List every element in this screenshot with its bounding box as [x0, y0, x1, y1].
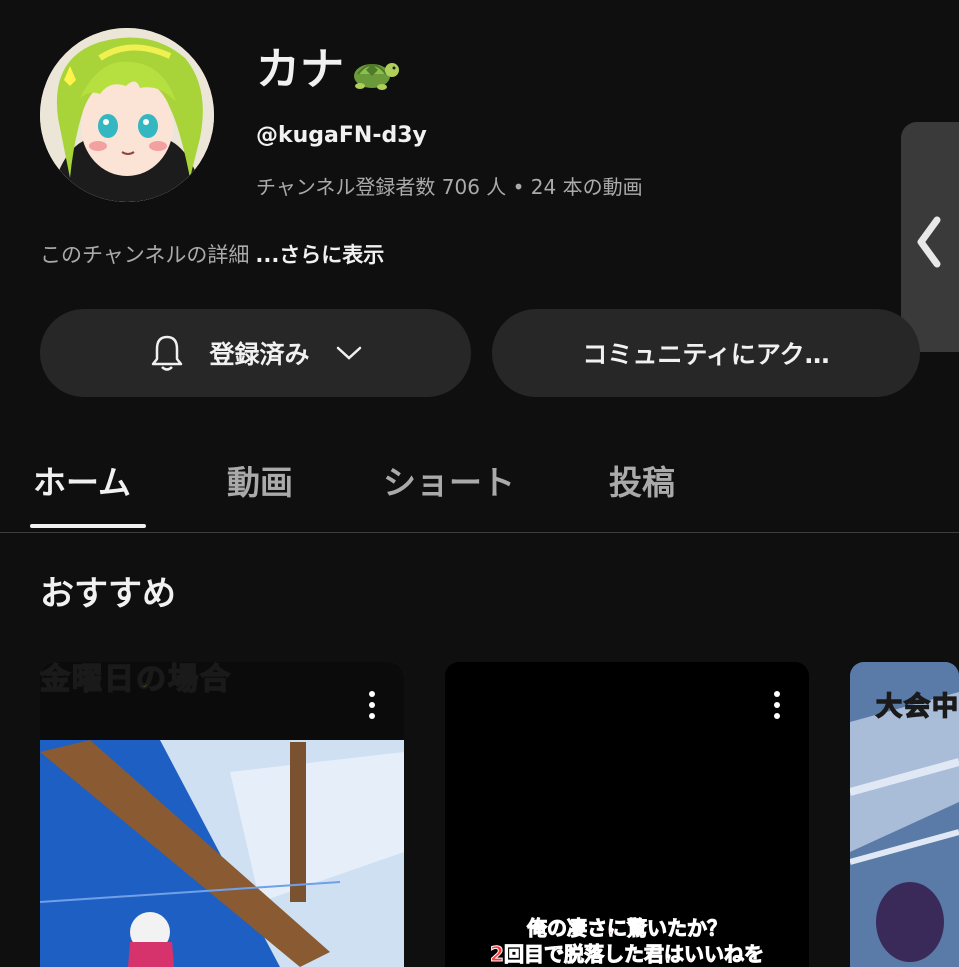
- channel-handle: @kugaFN-d3y: [256, 123, 427, 148]
- chevron-left-icon: [917, 216, 941, 268]
- tab-posts[interactable]: 投稿: [609, 456, 675, 504]
- community-button[interactable]: コミュニティにアク…: [492, 309, 920, 397]
- channel-description[interactable]: このチャンネルの詳細 ...さらに表示: [40, 239, 384, 269]
- tab-home[interactable]: ホーム: [33, 456, 131, 504]
- more-vert-icon[interactable]: [774, 690, 780, 720]
- channel-avatar[interactable]: [40, 28, 214, 202]
- channel-tabs: ホーム 動画 ショート 投稿: [0, 440, 959, 533]
- bell-icon: [152, 335, 183, 371]
- side-panel-handle[interactable]: [901, 122, 959, 352]
- video-thumbnail: [40, 662, 404, 967]
- channel-stats: チャンネル登録者数 706 人 • 24 本の動画: [256, 175, 643, 199]
- more-vert-icon[interactable]: [369, 690, 375, 720]
- tab-shorts[interactable]: ショート: [383, 456, 515, 504]
- avatar-illustration: [40, 28, 214, 202]
- channel-name: カナ: [256, 42, 402, 98]
- channel-name-text: カナ: [256, 44, 344, 95]
- community-label: コミュニティにアク…: [582, 340, 830, 369]
- video-overlay-text: 大会中: [875, 691, 959, 723]
- video-caption-line: 俺の凄さに驚いたか？: [527, 916, 728, 941]
- chevron-down-icon: [336, 346, 361, 360]
- turtle-emoji-icon: [348, 46, 402, 94]
- subscribed-label: 登録済み: [209, 340, 310, 369]
- active-tab-indicator: [30, 524, 146, 528]
- video-card[interactable]: 大会中: [850, 662, 959, 967]
- tab-videos[interactable]: 動画: [227, 456, 293, 504]
- description-text: このチャンネルの詳細: [40, 243, 250, 267]
- video-overlay-text: 金曜日の場合: [40, 662, 232, 698]
- section-title: おすすめ: [40, 574, 176, 614]
- video-card[interactable]: 俺の凄さに驚いたか？ 2回目で脱落した君はいいねを: [445, 662, 809, 967]
- video-caption-line: 2回目で脱落した君はいいねを: [490, 942, 765, 967]
- show-more-link[interactable]: ...さらに表示: [255, 243, 384, 267]
- video-card[interactable]: 金曜日の場合: [40, 662, 404, 967]
- subscribed-button[interactable]: 登録済み: [40, 309, 471, 397]
